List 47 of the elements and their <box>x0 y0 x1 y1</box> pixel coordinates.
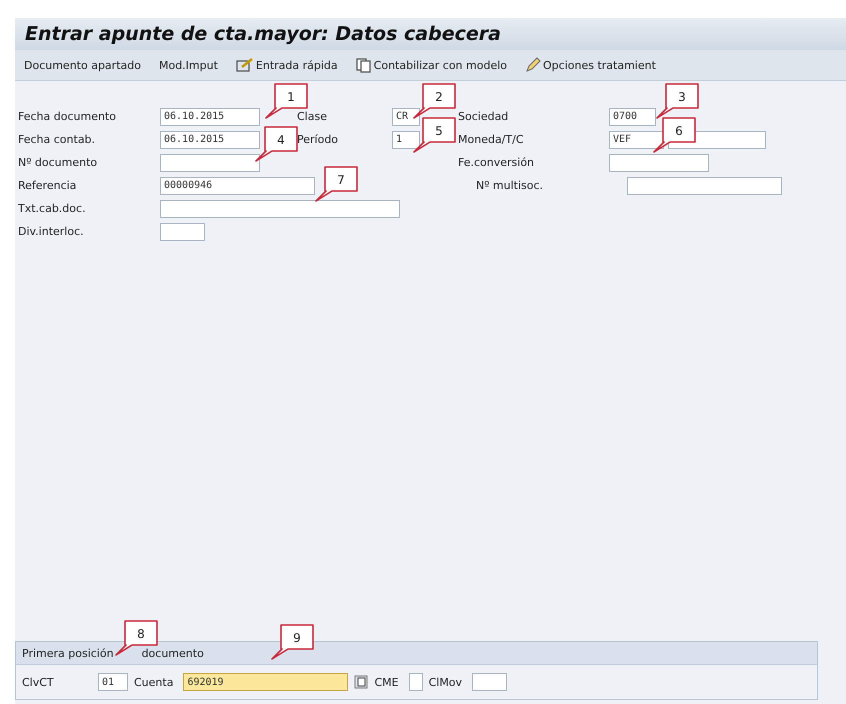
input-field[interactable]: CR <box>392 108 420 126</box>
input-field[interactable] <box>472 673 508 691</box>
field-label: Referencia <box>18 179 78 192</box>
copy-icon <box>356 57 372 73</box>
window-title: Entrar apunte de cta.mayor: Datos cabecera <box>15 18 846 50</box>
input-field[interactable] <box>160 222 205 240</box>
callout: 9 <box>268 624 316 660</box>
field-label: Fe.conversión <box>458 156 536 169</box>
input-field[interactable]: 00000946 <box>160 176 315 194</box>
field-label: Cuenta <box>134 676 174 688</box>
input-field[interactable]: 06.10.2015 <box>160 130 260 148</box>
field-label: CME <box>374 676 399 688</box>
input-field[interactable] <box>160 200 400 218</box>
toolbar-button[interactable]: Opciones tratamient <box>522 55 659 75</box>
field-label: Fecha contab. <box>18 133 96 146</box>
pencil-icon <box>525 57 542 73</box>
field-label: Moneda/T/C <box>458 133 524 146</box>
field-label: ClvCT <box>22 676 55 688</box>
input-field[interactable]: VEF <box>609 130 664 148</box>
input-field[interactable]: 06.10.2015 <box>160 108 260 126</box>
input-field[interactable] <box>408 673 423 691</box>
toolbar-button[interactable]: Mod.Imput <box>156 56 221 74</box>
field-label: Sociedad <box>458 110 510 123</box>
callout: 6 <box>650 117 698 153</box>
field-label: Fecha documento <box>18 110 117 123</box>
field-label: Período <box>297 133 340 146</box>
input-field[interactable] <box>627 176 782 194</box>
input-field[interactable]: 01 <box>98 673 128 691</box>
input-field[interactable] <box>160 154 260 172</box>
edit-icon <box>236 57 254 73</box>
toolbar-button[interactable]: Entrada rápida <box>232 55 341 75</box>
section-title: Primera posición <box>22 646 114 660</box>
field-label: Nº multisoc. <box>476 179 544 192</box>
input-field[interactable]: 692019 <box>183 673 348 691</box>
search-help-icon[interactable] <box>354 675 368 689</box>
input-field[interactable]: 1 <box>392 130 420 148</box>
toolbar-button[interactable]: Contabilizar con modelo <box>352 55 510 75</box>
field-label: Div.interloc. <box>18 225 85 238</box>
section-title: documento <box>142 646 204 660</box>
field-label: Clase <box>297 110 328 123</box>
callout: 5 <box>410 117 458 153</box>
field-label: ClMov <box>428 676 462 688</box>
toolbar-button[interactable]: Documento apartado <box>21 56 144 74</box>
field-label: Txt.cab.doc. <box>18 202 87 215</box>
field-label: Nº documento <box>18 156 98 169</box>
input-field[interactable]: 0700 <box>609 108 656 126</box>
input-field[interactable] <box>609 154 709 172</box>
